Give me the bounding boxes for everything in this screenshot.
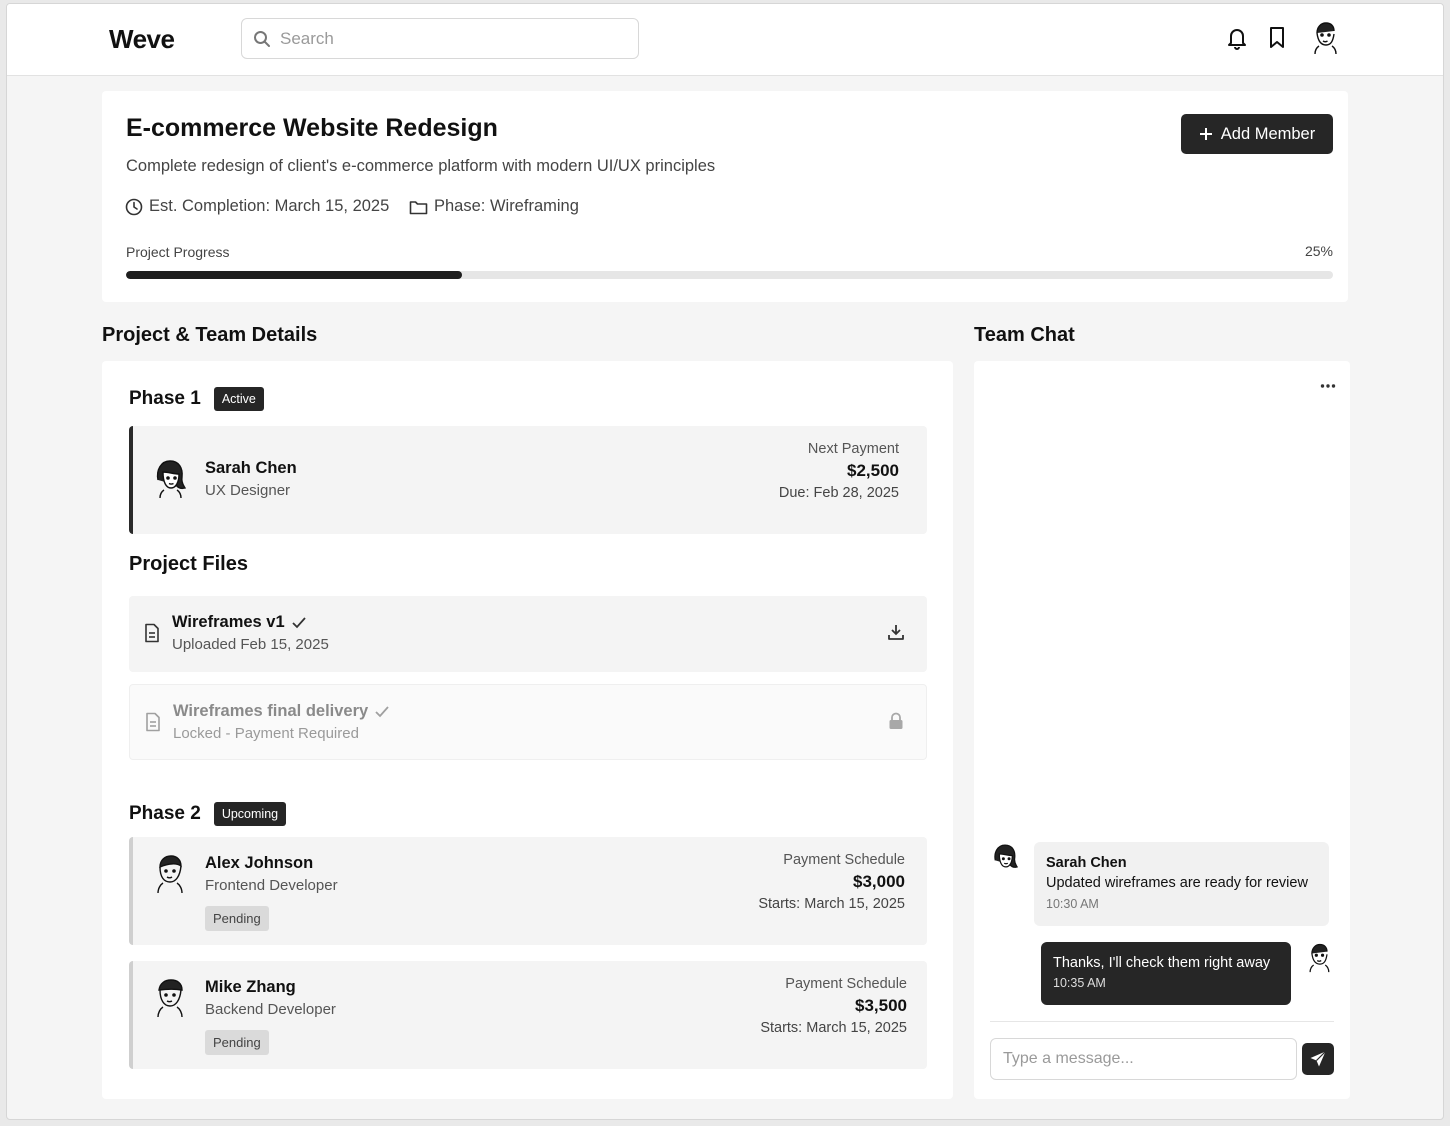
folder-icon xyxy=(409,200,428,214)
chat-section-title: Team Chat xyxy=(974,324,1075,346)
lock-icon xyxy=(889,712,903,729)
payment-start: Starts: March 15, 2025 xyxy=(758,896,905,912)
payment-info: Payment Schedule $3,000 Starts: March 15… xyxy=(758,852,905,912)
message-input[interactable] xyxy=(990,1038,1297,1080)
payment-start: Starts: March 15, 2025 xyxy=(760,1020,907,1036)
mike-avatar xyxy=(157,979,183,1018)
bell-icon[interactable] xyxy=(1226,26,1248,50)
clock-icon xyxy=(125,198,143,215)
more-options-icon[interactable] xyxy=(1320,383,1336,389)
member-name: Mike Zhang xyxy=(205,978,296,996)
phase2-status-badge: Upcoming xyxy=(213,802,287,826)
member-role: UX Designer xyxy=(205,482,291,499)
progress-fill xyxy=(126,271,463,279)
top-bar: Weve xyxy=(7,4,1443,76)
payment-amount: $3,500 xyxy=(855,996,907,1015)
completion-meta: Est. Completion: March 15, 2025 xyxy=(125,197,389,216)
check-icon xyxy=(292,616,306,628)
add-member-button[interactable]: Add Member xyxy=(1181,114,1333,154)
phase1-status-badge: Active xyxy=(213,387,264,411)
member-status-pill: Pending xyxy=(205,1030,269,1055)
bookmark-icon[interactable] xyxy=(1268,26,1286,50)
project-files-title: Project Files xyxy=(129,553,248,575)
payment-due: Due: Feb 28, 2025 xyxy=(778,485,899,501)
sarah-avatar xyxy=(156,460,187,498)
send-icon xyxy=(1310,1051,1326,1067)
search-icon xyxy=(254,31,270,47)
project-title: E-commerce Website Redesign xyxy=(126,114,498,142)
file-row-final-delivery: Wireframes final delivery Locked - Payme… xyxy=(129,684,927,760)
payment-info: Next Payment $2,500 Due: Feb 28, 2025 xyxy=(779,441,899,501)
completion-date: Est. Completion: March 15, 2025 xyxy=(149,197,390,215)
phase1-header: Phase 1 Active xyxy=(129,387,264,411)
payment-amount: $2,500 xyxy=(847,461,899,480)
chat-message-outgoing: Thanks, I'll check them right away 10:35… xyxy=(1041,942,1291,1005)
message-text: Updated wireframes are ready for review xyxy=(1046,875,1308,891)
chat-panel: Sarah Chen Updated wireframes are ready … xyxy=(974,361,1350,1099)
member-card-sarah[interactable]: Sarah Chen UX Designer Next Payment $2,5… xyxy=(129,426,927,534)
search-box[interactable] xyxy=(241,18,639,59)
chat-divider xyxy=(990,1021,1334,1022)
plus-icon xyxy=(1199,128,1212,140)
progress-bar xyxy=(126,271,1333,279)
project-description: Complete redesign of client's e-commerce… xyxy=(126,157,716,175)
sarah-chat-avatar xyxy=(994,844,1019,868)
file-name: Wireframes final delivery xyxy=(173,702,390,721)
file-meta: Locked - Payment Required xyxy=(173,725,359,742)
document-icon xyxy=(145,623,159,643)
member-name: Alex Johnson xyxy=(205,854,314,872)
message-time: 10:35 AM xyxy=(1053,976,1106,990)
message-time: 10:30 AM xyxy=(1046,897,1099,911)
user-chat-avatar xyxy=(1309,943,1330,973)
payment-amount: $3,000 xyxy=(853,872,905,891)
search-input[interactable] xyxy=(280,19,630,58)
progress-percent: 25% xyxy=(1304,243,1333,259)
message-text: Thanks, I'll check them right away xyxy=(1053,955,1271,971)
current-phase: Phase: Wireframing xyxy=(434,197,579,215)
file-meta: Uploaded Feb 15, 2025 xyxy=(172,636,329,653)
payment-info: Payment Schedule $3,500 Starts: March 15… xyxy=(760,976,907,1036)
chat-message-incoming: Sarah Chen Updated wireframes are ready … xyxy=(1034,842,1329,926)
send-button[interactable] xyxy=(1302,1043,1334,1075)
member-card-mike[interactable]: Mike Zhang Backend Developer Pending Pay… xyxy=(129,961,927,1069)
payment-label: Payment Schedule xyxy=(785,976,907,992)
member-role: Frontend Developer xyxy=(205,877,338,894)
details-section-title: Project & Team Details xyxy=(102,324,318,346)
member-role: Backend Developer xyxy=(205,1001,336,1018)
phase1-title: Phase 1 xyxy=(129,388,201,409)
payment-label: Payment Schedule xyxy=(783,852,905,868)
app-window: Weve E-commerce Website Redesign Complet… xyxy=(6,3,1444,1120)
file-name-text: Wireframes final delivery xyxy=(173,702,369,720)
download-icon[interactable] xyxy=(887,623,905,641)
details-panel: Phase 1 Active Sarah Chen UX Designer Ne… xyxy=(102,361,953,1099)
message-sender: Sarah Chen xyxy=(1046,855,1127,871)
file-name: Wireframes v1 xyxy=(172,613,307,632)
logo[interactable]: Weve xyxy=(109,24,175,55)
member-name: Sarah Chen xyxy=(205,459,297,477)
member-card-alex[interactable]: Alex Johnson Frontend Developer Pending … xyxy=(129,837,927,945)
document-icon xyxy=(146,712,160,732)
add-member-label: Add Member xyxy=(1220,124,1316,143)
progress-label: Project Progress xyxy=(126,244,230,260)
phase2-header: Phase 2 Upcoming xyxy=(129,802,287,826)
member-status-pill: Pending xyxy=(205,906,269,931)
check-icon xyxy=(375,705,389,717)
user-avatar[interactable] xyxy=(1307,19,1343,55)
project-card: E-commerce Website Redesign Complete red… xyxy=(102,91,1348,302)
phase2-title: Phase 2 xyxy=(129,803,201,824)
file-name-text: Wireframes v1 xyxy=(172,613,285,631)
phase-meta: Phase: Wireframing xyxy=(409,197,579,216)
file-row-wireframes-v1[interactable]: Wireframes v1 Uploaded Feb 15, 2025 xyxy=(129,596,927,672)
alex-avatar xyxy=(157,855,183,894)
payment-label: Next Payment xyxy=(807,441,899,457)
